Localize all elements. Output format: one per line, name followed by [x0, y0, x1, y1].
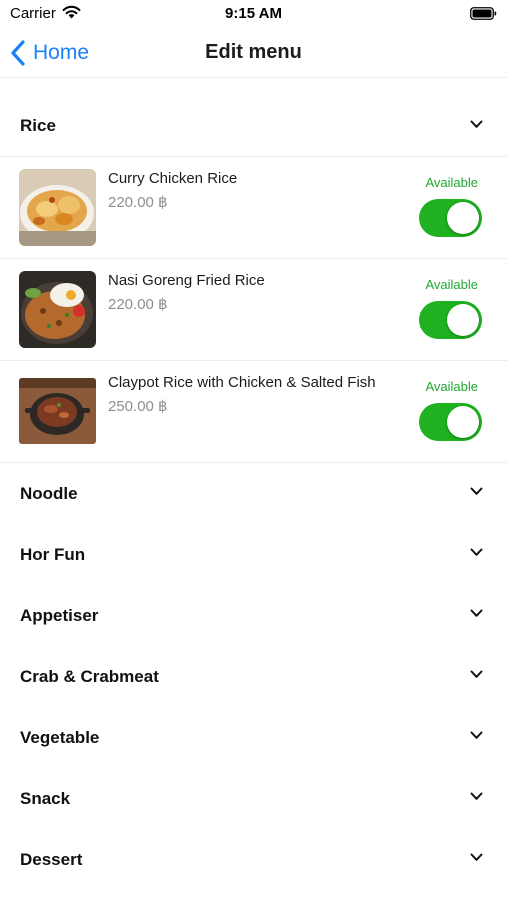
category-header-rice[interactable]: Rice [0, 96, 507, 157]
category-header-noodle[interactable]: Noodle [0, 463, 507, 524]
category-header-dessert[interactable]: Dessert [0, 829, 507, 890]
toggle-knob [447, 304, 479, 336]
category-name: Crab & Crabmeat [20, 666, 159, 686]
curry-chicken-rice-photo [19, 169, 96, 246]
page-title: Edit menu [205, 41, 302, 63]
availability-toggle[interactable] [419, 403, 482, 441]
category-name: Appetiser [20, 605, 99, 625]
nasi-goreng-photo [19, 271, 96, 348]
category-name: Noodle [20, 483, 78, 503]
availability-toggle[interactable] [419, 301, 482, 339]
category-name: Vegetable [20, 727, 100, 747]
availability-label: Available [425, 277, 478, 292]
category-name: Hor Fun [20, 544, 86, 564]
navigation-bar: Home Edit menu [0, 28, 507, 78]
dish-row-curry-chicken-rice[interactable]: Curry Chicken Rice 220.00 ฿ Available [0, 157, 507, 259]
chevron-down-icon [470, 853, 483, 861]
availability-toggle[interactable] [419, 199, 482, 237]
chevron-down-icon [470, 731, 483, 739]
dish-name: Curry Chicken Rice [108, 170, 238, 187]
category-header-snack[interactable]: Snack [0, 768, 507, 829]
chevron-down-icon [470, 792, 483, 800]
toggle-knob [447, 406, 479, 438]
dish-row-nasi-goreng[interactable]: Nasi Goreng Fried Rice 220.00 ฿ Availabl… [0, 259, 507, 361]
category-header-crab[interactable]: Crab & Crabmeat [0, 646, 507, 707]
chevron-down-icon [470, 609, 483, 617]
chevron-down-icon [470, 120, 483, 128]
category-name: Snack [20, 788, 71, 808]
menu-list: Rice Curry Chicken Rice 220.00 ฿ Availab… [0, 96, 507, 890]
dish-row-claypot-rice[interactable]: Claypot Rice with Chicken & Salted Fish … [0, 361, 507, 463]
dish-price: 220.00 ฿ [108, 296, 168, 313]
status-bar: Carrier 9:15 AM [0, 0, 507, 28]
category-name: Rice [20, 116, 56, 135]
category-header-vegetable[interactable]: Vegetable [0, 707, 507, 768]
availability-label: Available [425, 379, 478, 394]
chevron-down-icon [470, 670, 483, 678]
dish-price: 250.00 ฿ [108, 398, 168, 415]
status-time: 9:15 AM [225, 5, 282, 22]
availability-label: Available [425, 175, 478, 190]
chevron-down-icon [470, 548, 483, 556]
battery-icon [470, 7, 497, 20]
category-name: Dessert [20, 849, 83, 869]
claypot-rice-photo [19, 378, 96, 444]
dish-name: Nasi Goreng Fried Rice [108, 272, 265, 289]
dish-price: 220.00 ฿ [108, 194, 168, 211]
toggle-knob [447, 202, 479, 234]
dish-name: Claypot Rice with Chicken & Salted Fish [108, 374, 376, 391]
chevron-down-icon [470, 487, 483, 495]
category-header-appetiser[interactable]: Appetiser [0, 585, 507, 646]
category-header-hor-fun[interactable]: Hor Fun [0, 524, 507, 585]
